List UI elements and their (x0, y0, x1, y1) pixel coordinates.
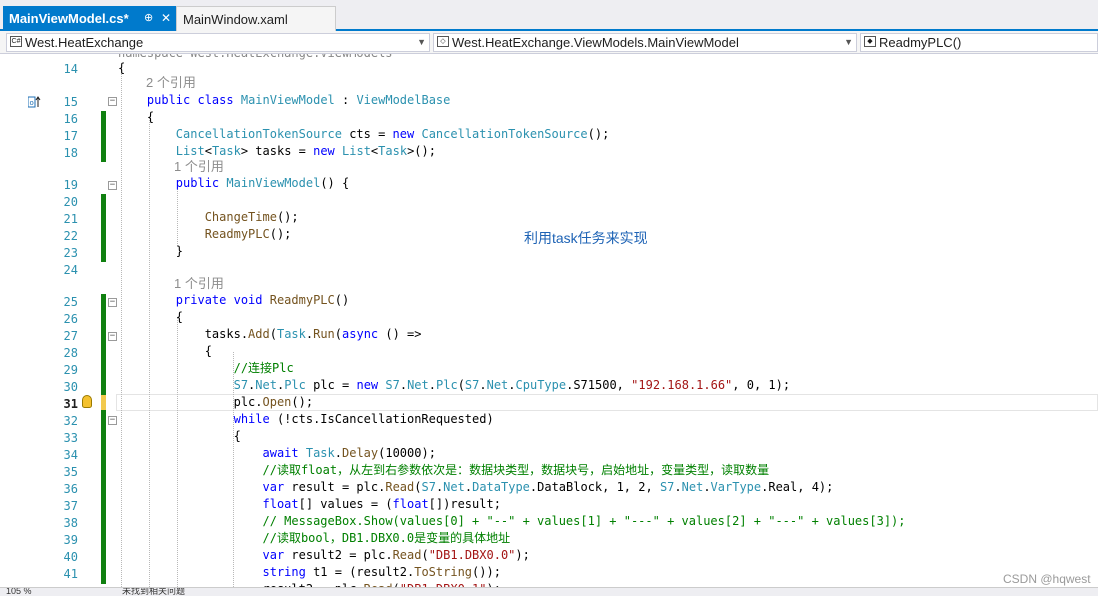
collapse-icon[interactable]: − (108, 298, 117, 307)
code-line: S7.Net.Plc plc = new S7.Net.Plc(S7.Net.C… (233, 378, 791, 392)
codelens-references[interactable]: 2 个引用 (146, 74, 196, 91)
method-icon: ◆ (864, 36, 876, 47)
member-dropdown-value: ReadmyPLC() (879, 35, 962, 50)
line-number: 22 (63, 229, 78, 243)
code-line: { (118, 110, 155, 124)
tab-label: MainViewModel.cs* (9, 11, 129, 26)
line-number: 15 (63, 95, 78, 109)
code-line: { (118, 61, 126, 75)
code-line: var result = plc.Read(S7.Net.DataType.Da… (262, 480, 834, 494)
code-line: { (118, 310, 184, 324)
close-icon[interactable]: ✕ (161, 6, 171, 31)
line-number: 40 (63, 550, 78, 564)
member-dropdown[interactable]: ◆ ReadmyPLC() (860, 33, 1098, 52)
line-number: 26 (63, 312, 78, 326)
watermark: CSDN @hqwest (1003, 572, 1091, 586)
code-line: string t1 = (result2.ToString()); (262, 565, 501, 579)
line-number: 25 (63, 295, 78, 309)
code-editor[interactable]: namespace West.HeatExchange.ViewModels 1… (0, 54, 1098, 587)
line-number: 39 (63, 533, 78, 547)
tab-mainwindow-xaml[interactable]: MainWindow.xaml (176, 6, 336, 31)
code-line: } (118, 244, 184, 258)
code-line: public MainViewModel() { (175, 176, 350, 190)
line-number: 16 (63, 112, 78, 126)
code-line: while (!cts.IsCancellationRequested) (233, 412, 494, 426)
project-dropdown-value: West.HeatExchange (25, 35, 144, 50)
code-line: //读取bool，DB1.DBX0.0是变量的具体地址 (262, 531, 511, 545)
line-number: 18 (63, 146, 78, 160)
class-dropdown[interactable]: ◇ West.HeatExchange.ViewModels.MainViewM… (433, 33, 857, 52)
tab-mainviewmodel[interactable]: MainViewModel.cs* ⊕ ✕ (3, 6, 176, 31)
change-marker (101, 111, 106, 162)
implementation-glyph-icon[interactable]: o (27, 95, 42, 108)
code-line: { (118, 429, 241, 443)
code-line: //读取float，从左到右参数依次是：数据块类型，数据块号，启始地址，变量类型… (262, 463, 770, 477)
code-line: private void ReadmyPLC() (175, 293, 350, 307)
code-line: List<Task> tasks = new List<Task>(); (175, 144, 436, 158)
line-number: 38 (63, 516, 78, 530)
code-line: { (118, 344, 212, 358)
collapse-icon[interactable]: − (108, 416, 117, 425)
codelens-references[interactable]: 1 个引用 (174, 275, 224, 292)
collapse-icon[interactable]: − (108, 181, 117, 190)
line-number: 34 (63, 448, 78, 462)
code-line-truncated: namespace West.HeatExchange.ViewModels (118, 54, 393, 62)
code-line: float[] values = (float[])result; (262, 497, 501, 511)
code-line: ChangeTime(); (204, 210, 299, 224)
line-number: 37 (63, 499, 78, 513)
code-line: CancellationTokenSource cts = new Cancel… (175, 127, 610, 141)
collapse-icon[interactable]: − (108, 332, 117, 341)
line-number: 36 (63, 482, 78, 496)
tab-label: MainWindow.xaml (183, 12, 288, 27)
line-number: 32 (63, 414, 78, 428)
annotation-text: 利用task任务来实现 (524, 230, 648, 246)
code-line: ReadmyPLC(); (204, 227, 292, 241)
chevron-down-icon: ▼ (844, 37, 853, 47)
project-dropdown[interactable]: C# West.HeatExchange ▼ (6, 33, 430, 52)
change-marker (101, 194, 106, 262)
line-number: 35 (63, 465, 78, 479)
lightbulb-icon[interactable] (82, 395, 92, 408)
change-marker (101, 294, 106, 584)
pin-icon[interactable]: ⊕ (144, 6, 153, 31)
code-line: tasks.Add(Task.Run(async () => (118, 327, 422, 341)
code-line: //连接Plc (233, 361, 294, 375)
line-number: 23 (63, 246, 78, 260)
csharp-project-icon: C# (10, 36, 22, 47)
chevron-down-icon: ▼ (417, 37, 426, 47)
code-line: await Task.Delay(10000); (262, 446, 436, 460)
codelens-references[interactable]: 1 个引用 (174, 158, 224, 175)
line-number: 30 (63, 380, 78, 394)
line-number: 20 (63, 195, 78, 209)
navigation-bar: C# West.HeatExchange ▼ ◇ West.HeatExchan… (0, 31, 1098, 54)
code-line: public class MainViewModel : ViewModelBa… (146, 93, 451, 107)
svg-text:o: o (30, 99, 34, 107)
line-number: 31 (63, 397, 78, 411)
class-dropdown-value: West.HeatExchange.ViewModels.MainViewMod… (452, 35, 739, 50)
line-number: 24 (63, 263, 78, 277)
line-number: 21 (63, 212, 78, 226)
line-number: 28 (63, 346, 78, 360)
class-icon: ◇ (437, 36, 449, 47)
line-number: 27 (63, 329, 78, 343)
line-number: 17 (63, 129, 78, 143)
document-tab-bar: MainViewModel.cs* ⊕ ✕ MainWindow.xaml (0, 0, 1098, 31)
unsaved-change-marker (101, 395, 106, 410)
line-number: 14 (63, 62, 78, 76)
code-line: plc.Open(); (118, 395, 314, 409)
code-line: // MessageBox.Show(values[0] + "--" + va… (262, 514, 906, 528)
line-number: 29 (63, 363, 78, 377)
line-number: 19 (63, 178, 78, 192)
line-number: 33 (63, 431, 78, 445)
code-line: var result2 = plc.Read("DB1.DBX0.0"); (262, 548, 530, 562)
collapse-icon[interactable]: − (108, 97, 117, 106)
line-number: 41 (63, 567, 78, 581)
